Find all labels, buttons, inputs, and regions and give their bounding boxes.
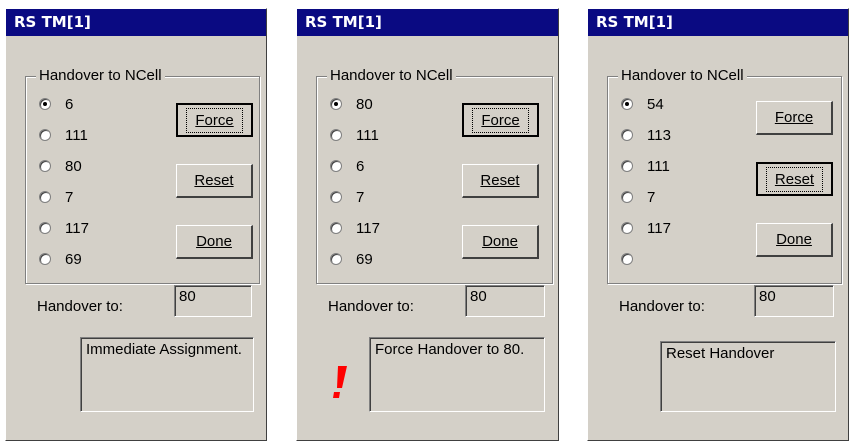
cell-radio-6[interactable]: 69 (39, 249, 82, 269)
cell-label: 7 (65, 188, 74, 206)
cell-radio-3[interactable]: 111 (621, 156, 670, 176)
reset-button[interactable]: Reset (756, 162, 833, 196)
cell-radio-4[interactable]: 7 (621, 187, 655, 207)
cell-radio-2[interactable]: 111 (39, 125, 88, 145)
cell-radio-6[interactable] (621, 249, 647, 269)
handover-to-field: 80 (754, 285, 834, 317)
cell-label: 111 (356, 126, 379, 144)
force-label: Force (481, 111, 520, 129)
force-button[interactable]: Force (176, 103, 253, 137)
dialog-window-3: RS TM[1] Handover to NCell 54 113 111 7 … (587, 8, 849, 441)
done-button[interactable]: Done (462, 225, 539, 259)
radio-button[interactable] (39, 191, 51, 203)
cell-label: 6 (65, 95, 74, 113)
cell-radio-5[interactable]: 117 (39, 218, 89, 238)
cell-radio-1[interactable]: 54 (621, 94, 664, 114)
handover-to-label: Handover to: (328, 298, 414, 315)
radio-button[interactable] (330, 160, 342, 172)
force-label: Force (774, 109, 814, 126)
cell-label: 7 (356, 188, 365, 206)
cell-label: 111 (65, 126, 88, 144)
cell-label: 69 (65, 250, 82, 268)
cell-label: 111 (647, 157, 670, 175)
cell-radio-5[interactable]: 117 (621, 218, 671, 238)
reset-label: Reset (774, 170, 815, 188)
exclamation-icon (333, 366, 347, 398)
radio-button[interactable] (39, 129, 51, 141)
cell-label: 7 (647, 188, 656, 206)
cell-radio-3[interactable]: 6 (330, 156, 364, 176)
cell-radio-4[interactable]: 7 (330, 187, 364, 207)
handover-to-field: 80 (465, 285, 545, 317)
status-box: Immediate Assignment. (80, 337, 254, 412)
group-label: Handover to NCell (327, 67, 456, 85)
cell-label: 6 (356, 157, 365, 175)
status-box: Reset Handover (660, 341, 836, 412)
cell-label: 113 (647, 126, 671, 144)
cell-radio-6[interactable]: 69 (330, 249, 373, 269)
cell-label: 117 (647, 219, 671, 237)
cell-radio-3[interactable]: 80 (39, 156, 82, 176)
cell-label: 80 (356, 95, 373, 113)
force-label: Force (195, 111, 234, 129)
radio-button[interactable] (621, 98, 633, 110)
cell-radio-4[interactable]: 7 (39, 187, 73, 207)
dialog-window-2: RS TM[1] Handover to NCell 80 111 6 7 11… (296, 8, 559, 441)
radio-button[interactable] (330, 222, 342, 234)
radio-button[interactable] (330, 98, 342, 110)
radio-button[interactable] (39, 222, 51, 234)
handover-to-field: 80 (174, 285, 252, 317)
reset-label: Reset (480, 172, 520, 189)
done-label: Done (196, 233, 232, 250)
done-label: Done (482, 233, 518, 250)
cell-radio-2[interactable]: 113 (621, 125, 671, 145)
cell-radio-1[interactable]: 6 (39, 94, 73, 114)
cell-radio-1[interactable]: 80 (330, 94, 373, 114)
radio-button[interactable] (39, 253, 51, 265)
reset-button[interactable]: Reset (176, 164, 253, 198)
done-label: Done (776, 231, 812, 248)
cell-radio-2[interactable]: 111 (330, 125, 379, 145)
group-label: Handover to NCell (36, 67, 165, 85)
radio-button[interactable] (330, 129, 342, 141)
status-box: Force Handover to 80. (369, 337, 545, 412)
reset-button[interactable]: Reset (462, 164, 539, 198)
force-button[interactable]: Force (756, 101, 833, 135)
cell-label: 54 (647, 95, 664, 113)
radio-button[interactable] (621, 222, 633, 234)
radio-button[interactable] (621, 191, 633, 203)
group-label: Handover to NCell (618, 67, 747, 85)
radio-button[interactable] (621, 129, 633, 141)
title-bar[interactable]: RS TM[1] (6, 9, 266, 36)
handover-to-label: Handover to: (37, 298, 123, 315)
title-bar[interactable]: RS TM[1] (297, 9, 558, 36)
radio-button[interactable] (330, 191, 342, 203)
radio-button[interactable] (39, 160, 51, 172)
reset-label: Reset (194, 172, 234, 189)
cell-label: 80 (65, 157, 82, 175)
force-button[interactable]: Force (462, 103, 539, 137)
radio-button[interactable] (39, 98, 51, 110)
done-button[interactable]: Done (176, 225, 253, 259)
cell-label: 117 (356, 219, 380, 237)
radio-button[interactable] (621, 253, 633, 265)
cell-label: 117 (65, 219, 89, 237)
done-button[interactable]: Done (756, 223, 833, 257)
cell-label: 69 (356, 250, 373, 268)
cell-radio-5[interactable]: 117 (330, 218, 380, 238)
title-bar[interactable]: RS TM[1] (588, 9, 848, 36)
radio-button[interactable] (330, 253, 342, 265)
radio-button[interactable] (621, 160, 633, 172)
handover-to-label: Handover to: (619, 298, 705, 315)
dialog-window-1: RS TM[1] Handover to NCell 6 111 80 7 11… (5, 8, 267, 441)
